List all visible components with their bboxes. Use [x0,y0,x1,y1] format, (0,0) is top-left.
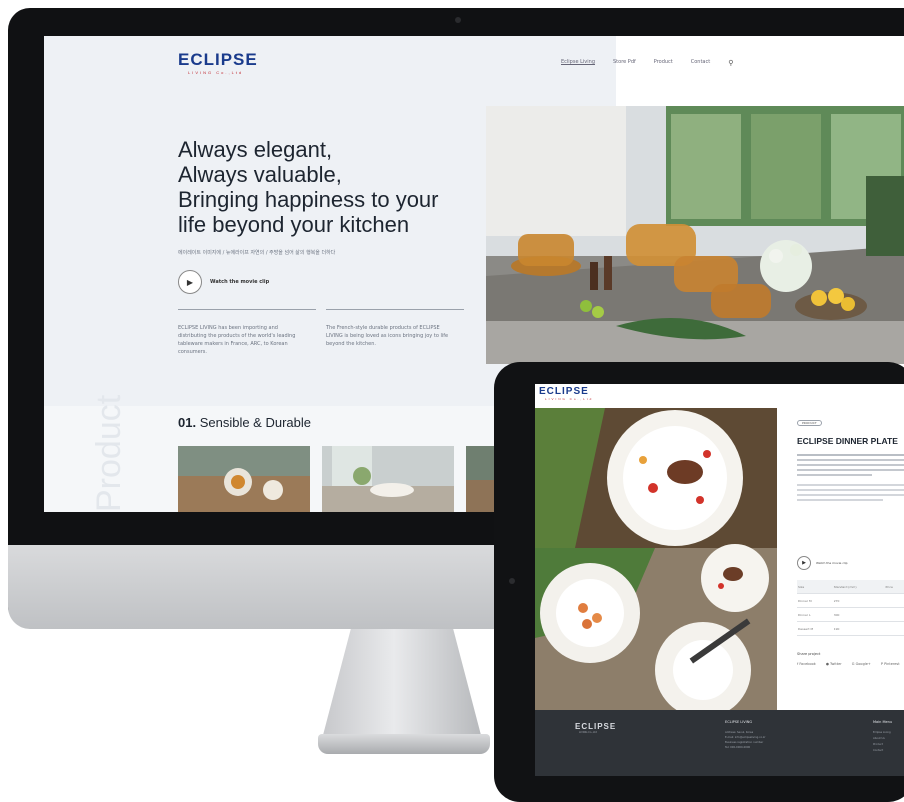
footer-menu-title: Main Menu [873,720,892,724]
table-header-row: Size Standard (mm) Price [797,580,904,594]
table-cell: 300 [833,608,885,622]
logo-subtitle: LIVING Co.,Ltd [545,397,593,401]
plate-photos [535,408,777,710]
watch-label: Watch the movie clip [210,278,269,286]
footer-menu-item[interactable]: Contact [873,748,891,754]
intro-right-text: The French-style durable products of ECL… [326,324,452,348]
section-number: 01. [178,415,196,430]
google-icon: G [852,662,855,666]
headline-line-1: Always elegant, [178,137,478,162]
play-icon[interactable]: ▶ [797,556,811,570]
social-links: f Facebook ● Twitter G Google+ P Pintere… [797,662,900,666]
table-row: Dinner M 270 [797,594,904,608]
headline-line-2: Always valuable, [178,162,478,187]
logo-wordmark: ECLIPSE [575,722,616,731]
product-badge: PRODUCT [797,420,822,426]
google-link[interactable]: G Google+ [852,662,871,666]
headline-line-4: life beyond your kitchen [178,212,478,237]
watch-movie-link[interactable]: ▶ Watch the movie clip [178,270,269,294]
watch-label: Watch the movie clip [816,561,848,565]
table-header: Size [797,580,833,594]
nav-eclipse-living[interactable]: Eclipse Living [561,59,595,67]
search-icon[interactable]: ⚲ [728,59,733,67]
footer-info: Address: Seoul, Korea E-mail: info@eclip… [725,730,766,750]
footer-menu: Eclipse Living About Us Product Contact [873,730,891,754]
table-cell: 270 [833,594,885,608]
section-heading: 01. Sensible & Durable [178,415,311,430]
product-title: ECLIPSE DINNER PLATE [797,436,898,446]
hero-headline: Always elegant, Always valuable, Bringin… [178,137,478,237]
table-cell: Dinner M [797,594,833,608]
share-label: Share project [797,652,820,656]
headline-line-3: Bringing happiness to your [178,187,478,212]
product-thumbnail[interactable] [322,446,454,512]
divider [326,309,464,310]
korean-tagline: 에이레이트 이미지에 / 뉴에라이프 자연의 / 주방을 넘어 삶의 행복을 더… [178,249,458,257]
pinterest-label: Pinterest [884,662,899,666]
table-cell [885,594,904,608]
google-label: Google+ [856,662,871,666]
camera-dot [455,17,461,23]
imac-base [318,734,490,754]
facebook-label: Facebook [799,662,815,666]
twitter-label: Twitter [830,662,842,666]
table-cell: Dinner L [797,608,833,622]
table-cell: Dessert M [797,622,833,636]
divider [178,309,316,310]
nav-store-pdf[interactable]: Store Pdf [613,59,636,67]
logo-wordmark: ECLIPSE [539,386,593,397]
table-cell [885,608,904,622]
twitter-link[interactable]: ● Twitter [826,662,842,666]
logo-subtitle: LIVING Co.,Ltd [579,731,616,734]
pinterest-icon: P [881,662,883,666]
table-cell: 190 [833,622,885,636]
tablet-logo[interactable]: ECLIPSE LIVING Co.,Ltd [539,386,593,401]
tablet-watch-link[interactable]: ▶ Watch the movie clip [797,556,848,570]
product-description [797,454,904,501]
tablet-footer: ECLIPSE LIVING Co.,Ltd ECLIPSE LIVING Ad… [535,710,904,776]
nav-contact[interactable]: Contact [691,59,710,67]
table-header: Price [885,580,904,594]
vertical-section-word: Product [90,395,129,512]
play-icon[interactable]: ▶ [178,270,202,294]
footer-company: ECLIPSE LIVING [725,720,752,724]
footer-logo[interactable]: ECLIPSE LIVING Co.,Ltd [575,722,616,734]
section-title: Sensible & Durable [200,415,311,430]
intro-left-text: ECLIPSE LIVING has been importing and di… [178,324,304,356]
pinterest-link[interactable]: P Pinterest [881,662,900,666]
top-nav: Eclipse Living Store Pdf Product Contact… [561,59,733,67]
brand-logo[interactable]: ECLIPSE LIVING Co.,Ltd [178,50,258,75]
table-row: Dinner L 300 [797,608,904,622]
footer-line: Tel: 000-0000-0000 [725,745,766,750]
facebook-link[interactable]: f Facebook [797,662,816,666]
hero-photo [486,106,904,364]
imac-stand [322,629,482,739]
product-thumbnail[interactable] [178,446,310,512]
twitter-icon: ● [826,662,829,666]
logo-subtitle: LIVING Co.,Ltd [188,70,258,75]
table-header: Standard (mm) [833,580,885,594]
ipad-camera [509,578,515,584]
spec-table: Size Standard (mm) Price Dinner M 270 Di… [797,580,904,636]
table-row: Dessert M 190 [797,622,904,636]
logo-wordmark: ECLIPSE [178,50,258,70]
tablet-screen: ECLIPSE LIVING Co.,Ltd [535,384,904,776]
nav-product[interactable]: Product [654,59,673,67]
table-cell [885,622,904,636]
